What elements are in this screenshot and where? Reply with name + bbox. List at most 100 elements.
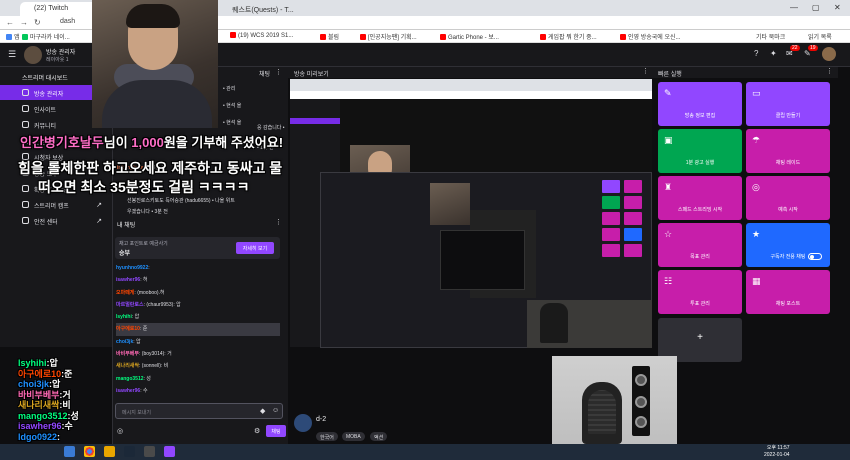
back-icon[interactable]: ← <box>6 18 14 27</box>
help-icon[interactable]: ? <box>754 49 758 58</box>
bits-icon[interactable]: ◆ <box>260 407 265 415</box>
bookmark-item[interactable]: [인공지능팬] 기획... <box>360 32 417 41</box>
bookmark-item[interactable]: 인영 방송국에 오신... <box>620 32 681 41</box>
quick-action-tile[interactable]: ✎ 방송 정보 편집 <box>658 82 742 126</box>
preview-options-icon[interactable]: ⋮ <box>642 67 649 75</box>
chat-message: 우겠습니다 • 3분 전 <box>117 208 285 215</box>
quick-action-tile[interactable]: ☂ 채팅 레이드 <box>746 129 830 173</box>
quick-action-label: 예측 시작 <box>778 207 798 213</box>
chat-username[interactable]: isawher96 <box>116 277 140 283</box>
overlay-chat-line: lsyhihi:압 <box>18 358 58 368</box>
chat-gear-icon[interactable]: ⚙ <box>254 427 260 435</box>
chat-input[interactable]: 메시지 보내기 <box>115 403 283 419</box>
quick-action-tile[interactable]: ☷ 투표 관리 <box>658 270 742 314</box>
user-avatar[interactable] <box>822 47 836 61</box>
chat-message: 새나리새싹: (sonnell): 비 <box>116 363 169 370</box>
points-icon[interactable]: ◎ <box>117 427 123 435</box>
app-icon[interactable] <box>144 446 155 457</box>
chat-username[interactable]: mango3512 <box>116 376 144 382</box>
quick-action-tile[interactable]: ▦ 채팅 포스트 <box>746 270 830 314</box>
close-icon[interactable]: ✕ <box>834 3 841 12</box>
chat-send-button[interactable]: 채팅 <box>266 425 286 437</box>
quick-action-tile[interactable]: ▣ 1분 광고 실행 <box>658 129 742 173</box>
nav-item-icon <box>22 105 29 112</box>
maximize-icon[interactable]: ▢ <box>812 3 820 12</box>
stream-tag[interactable]: 한국어 <box>316 432 338 441</box>
clock-time: 오후 11:57 <box>766 445 790 451</box>
forward-icon[interactable]: → <box>20 18 28 27</box>
chat-message: 오마떼게: (mooboo).허 <box>116 289 165 296</box>
quick-action-tile[interactable]: ★ 구독자 전용 채팅 <box>746 223 830 267</box>
chat-username[interactable]: 새나리새싹 <box>116 363 139 369</box>
quick-action-tile[interactable]: ◎ 예측 시작 <box>746 176 830 220</box>
stream-tag[interactable]: MOBA <box>342 432 365 441</box>
chat-text: 성 <box>146 375 151 382</box>
nested-stream <box>440 230 525 290</box>
pencil-icon: ✎ <box>664 88 672 98</box>
preview-title: 방송 미리보기 <box>294 72 329 78</box>
activity-icon[interactable]: ✦ <box>770 49 777 58</box>
sub-only-toggle[interactable] <box>808 253 822 260</box>
chat-username[interactable]: 오마떼게 <box>116 290 134 296</box>
quick-action-tile[interactable]: ▭ 클립 만들기 <box>746 82 830 126</box>
chat-text: 수 <box>142 387 148 394</box>
minimize-icon[interactable]: — <box>790 3 798 12</box>
raid-icon: ☂ <box>752 135 761 145</box>
chat-text: (sonnell): 비 <box>141 363 169 370</box>
external-link-icon: ↗ <box>96 202 102 209</box>
donation-user: 인간병기호날두 <box>20 135 104 150</box>
overlay-chat-text: 준 <box>64 368 73 379</box>
stream-tag[interactable]: 액션 <box>370 432 388 441</box>
quick-action-label: 채팅 레이드 <box>775 160 801 166</box>
browser-tab[interactable]: 퀘스트(Quests) - T... <box>220 2 340 16</box>
bookmark-item[interactable]: 게임팝 뭐 한기 중... <box>540 32 597 41</box>
quick-action-tile[interactable]: ☆ 목표 관리 <box>658 223 742 267</box>
chat-username[interactable]: lsyhihi <box>116 314 132 320</box>
chrome-icon[interactable] <box>84 446 95 457</box>
bookmark-item[interactable]: Gartic Phone - 보... <box>440 32 499 41</box>
chat-options-icon[interactable]: ⋮ <box>275 68 282 76</box>
nested-action-tile <box>602 196 620 209</box>
nested-action-tile <box>624 212 642 225</box>
overlay-chat-user: ldgo0922 <box>18 431 58 442</box>
emote-icon[interactable]: ☺ <box>272 407 279 414</box>
bookmark-item[interactable]: 마구라카 네이... <box>22 32 70 41</box>
reload-icon[interactable]: ↻ <box>34 18 41 27</box>
quick-action-label: 목표 관리 <box>690 254 710 260</box>
bookmark-more[interactable]: 기타 북마크 <box>756 32 785 41</box>
chat-header: 채팅 <box>259 72 271 78</box>
chat-username[interactable]: 아구에로10 <box>116 326 140 332</box>
quick-actions-options-icon[interactable]: ⋮ <box>826 67 833 75</box>
bookmark-label: 게임팝 뭐 한기 중... <box>548 35 597 41</box>
chat-username[interactable]: choi3jk <box>116 339 133 345</box>
clip-icon: ▭ <box>752 88 761 98</box>
channel-avatar[interactable] <box>24 46 42 64</box>
chat-text: 허 <box>142 277 148 284</box>
chat-text: 응 감습니다 • 1분 전 <box>257 125 285 131</box>
menu-icon[interactable]: ☰ <box>8 49 16 60</box>
sidebar-item[interactable]: 스트리머 캠프 ↗ <box>0 197 112 212</box>
sidebar-item[interactable]: 안전 센터 ↗ <box>0 213 112 228</box>
overlay-chat-user: lsyhihi <box>18 358 47 368</box>
chat-username[interactable]: isawher96 <box>116 388 140 394</box>
nav-item-icon <box>22 89 29 96</box>
sidebar-item-label: 방송 관리자 <box>34 92 64 98</box>
reading-list[interactable]: 읽기 목록 <box>808 32 832 41</box>
bookmark-item[interactable]: (19) WCS 2019 S1... <box>230 32 293 39</box>
chat-username[interactable]: hyunhno9922 <box>116 265 148 271</box>
folder-icon[interactable] <box>104 446 115 457</box>
bookmark-item[interactable]: 블림 <box>320 32 339 41</box>
chat-username[interactable]: 마르멀란로스 <box>116 302 144 308</box>
overlay-chat-user: 새나리새싹 <box>18 400 60 410</box>
bookmark-item[interactable]: 앱 <box>6 32 20 41</box>
quick-action-tile[interactable]: ♜ 스페드 스트리밍 시작 <box>658 176 742 220</box>
twitch-icon[interactable] <box>164 446 175 457</box>
chat-settings-icon[interactable]: ⋮ <box>275 218 282 226</box>
cheer-details-button[interactable]: 자세히 보기 <box>236 242 274 254</box>
start-icon[interactable] <box>64 446 75 457</box>
overlay-chat-line: 새나리새싹:비 <box>18 400 71 410</box>
channel-layout[interactable]: 레이아웃 1 <box>46 56 69 63</box>
chat-username[interactable]: 바비부베부 <box>116 351 139 357</box>
chair-image <box>582 382 622 444</box>
steam-icon[interactable] <box>124 446 135 457</box>
